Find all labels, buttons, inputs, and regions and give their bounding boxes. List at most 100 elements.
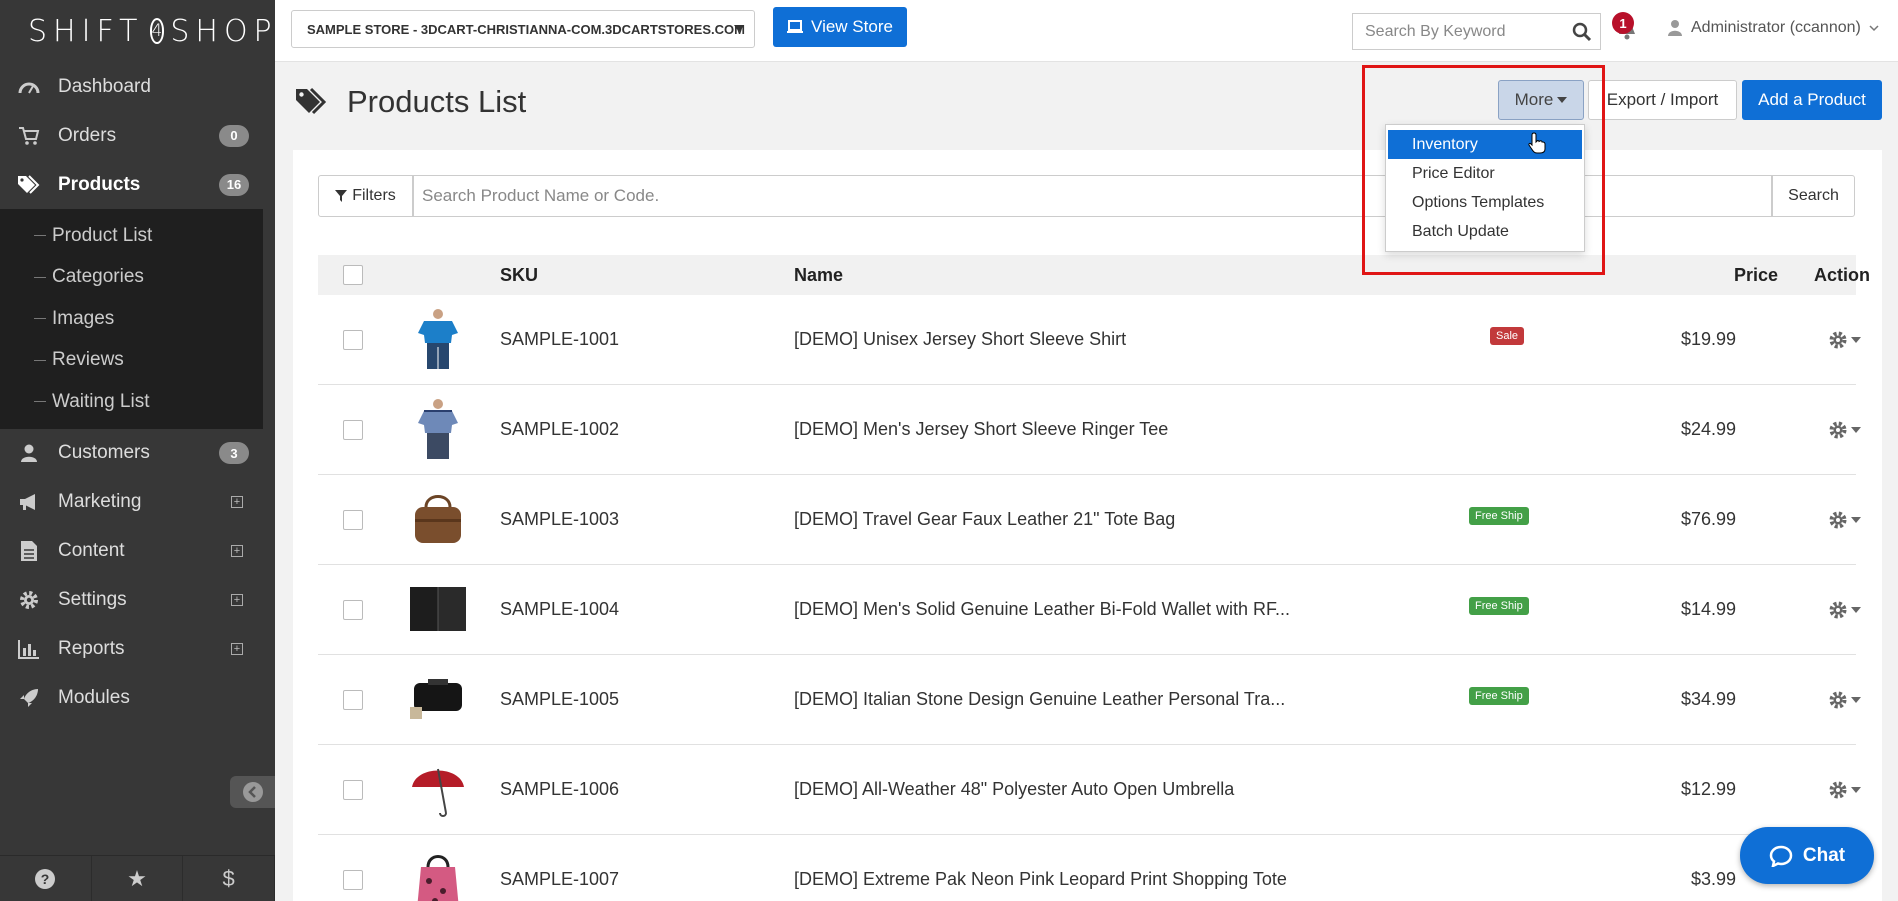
product-thumbnail[interactable]	[406, 757, 470, 821]
expand-icon[interactable]: +	[231, 643, 243, 655]
row-action-menu[interactable]	[1828, 655, 1861, 744]
free-ship-badge: Free Ship	[1469, 506, 1529, 525]
user-menu[interactable]: Administrator (ccannon)	[1667, 19, 1879, 37]
more-button[interactable]: More	[1498, 80, 1584, 120]
price-column-header[interactable]: Price	[1734, 255, 1778, 295]
search-icon[interactable]	[1572, 22, 1592, 42]
sidebar-item-products[interactable]: Products 16	[0, 160, 275, 209]
sidebar-bottom-bar: ? ★ $	[0, 855, 276, 901]
chevron-left-icon	[242, 782, 263, 802]
dollar-icon[interactable]: $	[183, 856, 276, 901]
product-thumbnail[interactable]	[406, 487, 470, 551]
table-row: SAMPLE-1001 [DEMO] Unisex Jersey Short S…	[318, 295, 1861, 385]
submenu-categories[interactable]: Categories	[0, 257, 263, 299]
sidebar-item-label: Products	[58, 173, 141, 195]
row-action-menu[interactable]	[1828, 385, 1861, 474]
store-selector[interactable]: SAMPLE STORE - 3DCART-CHRISTIANNA-COM.3D…	[291, 10, 755, 48]
sidebar-item-customers[interactable]: Customers 3	[0, 429, 275, 478]
collapse-sidebar-button[interactable]	[230, 776, 275, 808]
caret-down-icon	[1557, 97, 1568, 103]
shift4shop-logo[interactable]: SHIFT 4 SHOP	[0, 0, 275, 62]
sidebar-item-settings[interactable]: Settings +	[0, 576, 275, 625]
submenu-images[interactable]: Images	[0, 298, 263, 340]
sidebar-item-orders[interactable]: Orders 0	[0, 111, 275, 160]
tags-icon	[16, 174, 42, 196]
help-icon[interactable]: ?	[0, 856, 92, 901]
add-product-button[interactable]: Add a Product	[1742, 80, 1882, 120]
product-name-link[interactable]: [DEMO] Unisex Jersey Short Sleeve Shirt	[794, 295, 1126, 384]
row-checkbox[interactable]	[343, 419, 363, 440]
row-checkbox[interactable]	[343, 779, 363, 800]
dashboard-icon	[16, 76, 42, 98]
menu-item-price-editor[interactable]: Price Editor	[1386, 159, 1584, 188]
sidebar-item-content[interactable]: Content +	[0, 527, 275, 576]
filters-button[interactable]: Filters	[318, 175, 413, 217]
row-checkbox[interactable]	[343, 329, 363, 350]
submenu-reviews[interactable]: Reviews	[0, 340, 263, 382]
sidebar-item-modules[interactable]: Modules	[0, 674, 275, 723]
keyword-search-input[interactable]: Search By Keyword	[1352, 13, 1601, 50]
price-cell: $24.99	[1680, 419, 1736, 439]
table-row: SAMPLE-1006 [DEMO] All-Weather 48" Polye…	[318, 745, 1861, 835]
products-table-body: SAMPLE-1001 [DEMO] Unisex Jersey Short S…	[318, 295, 1861, 901]
view-store-button[interactable]: View Store	[773, 7, 907, 47]
sidebar-item-dashboard[interactable]: Dashboard	[0, 62, 275, 111]
row-action-menu[interactable]	[1828, 295, 1861, 384]
expand-icon[interactable]: +	[231, 496, 243, 508]
product-name-link[interactable]: [DEMO] Travel Gear Faux Leather 21" Tote…	[794, 475, 1175, 564]
product-name-link[interactable]: [DEMO] Extreme Pak Neon Pink Leopard Pri…	[794, 835, 1287, 901]
product-thumbnail[interactable]	[406, 667, 470, 731]
product-name-link[interactable]: [DEMO] Men's Solid Genuine Leather Bi-Fo…	[794, 565, 1290, 654]
tags-icon	[296, 87, 327, 115]
submenu-waiting-list[interactable]: Waiting List	[0, 381, 263, 423]
menu-item-batch-update[interactable]: Batch Update	[1386, 217, 1584, 246]
sku-cell: SAMPLE-1003	[500, 509, 620, 529]
export-import-button[interactable]: Export / Import	[1588, 80, 1737, 120]
sku-column-header[interactable]: SKU	[500, 255, 538, 295]
cart-icon	[16, 125, 42, 147]
star-icon[interactable]: ★	[92, 856, 184, 901]
more-dropdown-menu: Inventory Price Editor Options Templates…	[1385, 124, 1585, 252]
bar-chart-icon	[16, 638, 42, 660]
menu-item-inventory[interactable]: Inventory	[1388, 130, 1582, 159]
svg-text:?: ?	[41, 871, 50, 887]
user-icon	[1668, 20, 1682, 36]
product-thumbnail[interactable]	[406, 307, 470, 371]
sidebar-item-label: Reports	[58, 638, 125, 659]
notification-badge: 1	[1612, 12, 1634, 34]
submenu-product-list[interactable]: Product List	[0, 215, 263, 257]
row-checkbox[interactable]	[343, 599, 363, 620]
expand-icon[interactable]: +	[231, 594, 243, 606]
sale-badge: Sale	[1490, 326, 1525, 345]
sku-cell: SAMPLE-1005	[500, 689, 620, 709]
caret-down-icon	[1851, 516, 1861, 523]
free-ship-badge: Free Ship	[1469, 596, 1529, 615]
row-checkbox[interactable]	[343, 689, 363, 710]
product-thumbnail[interactable]	[406, 847, 470, 901]
sidebar-item-marketing[interactable]: Marketing +	[0, 478, 275, 527]
product-thumbnail[interactable]	[406, 397, 470, 461]
product-name-link[interactable]: [DEMO] All-Weather 48" Polyester Auto Op…	[794, 745, 1234, 834]
product-thumbnail[interactable]	[406, 577, 470, 641]
row-action-menu[interactable]	[1828, 475, 1861, 564]
search-button[interactable]: Search	[1772, 175, 1855, 217]
name-column-header[interactable]: Name	[794, 255, 843, 295]
expand-icon[interactable]: +	[231, 545, 243, 557]
price-cell: $76.99	[1680, 509, 1736, 529]
product-name-link[interactable]: [DEMO] Men's Jersey Short Sleeve Ringer …	[794, 385, 1168, 474]
chevron-down-icon	[1869, 25, 1879, 32]
menu-item-options-templates[interactable]: Options Templates	[1386, 188, 1584, 217]
search-placeholder: Search By Keyword	[1365, 22, 1506, 40]
product-search-placeholder: Search Product Name or Code.	[422, 186, 660, 205]
row-action-menu[interactable]	[1828, 745, 1861, 834]
table-row: SAMPLE-1003 [DEMO] Travel Gear Faux Leat…	[318, 475, 1861, 565]
row-action-menu[interactable]	[1828, 565, 1861, 654]
sidebar-item-reports[interactable]: Reports +	[0, 625, 275, 674]
chat-button[interactable]: Chat	[1740, 827, 1874, 884]
row-checkbox[interactable]	[343, 869, 363, 890]
select-all-checkbox[interactable]	[343, 265, 363, 285]
gear-icon	[1829, 421, 1847, 438]
sidebar-item-label: Dashboard	[58, 75, 151, 97]
product-name-link[interactable]: [DEMO] Italian Stone Design Genuine Leat…	[794, 655, 1285, 744]
row-checkbox[interactable]	[343, 509, 363, 530]
